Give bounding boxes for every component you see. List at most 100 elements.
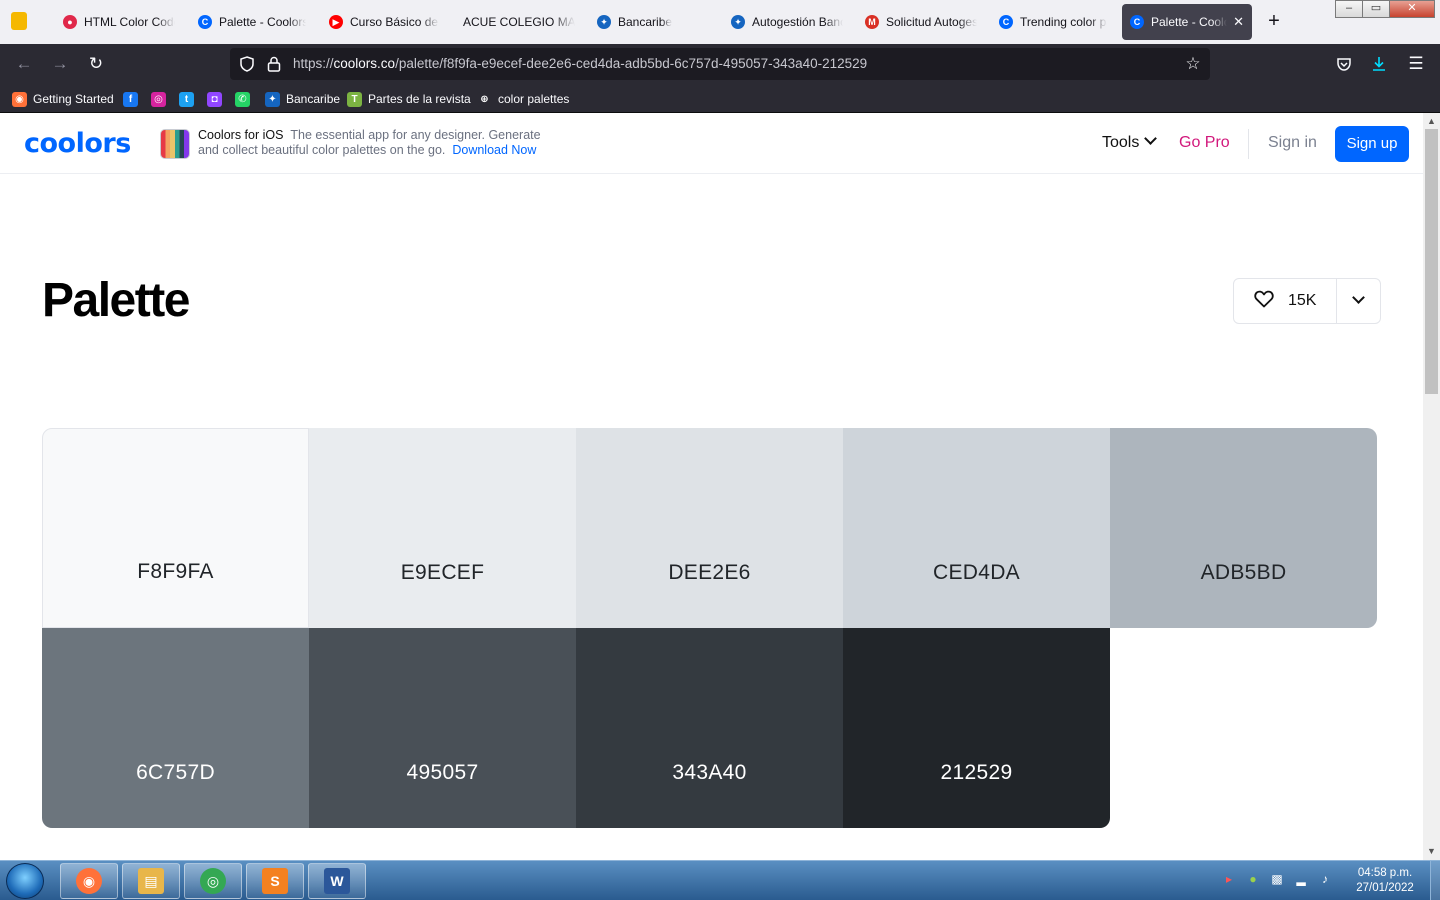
whatsapp-bookmark[interactable]: ✆ [235, 90, 256, 108]
system-tray: ▸ ● ▩ ▂ ♪ [1222, 871, 1332, 887]
more-options-button[interactable] [1337, 279, 1380, 323]
file-explorer-taskbar[interactable]: ▤ [122, 863, 180, 899]
whatsapp-icon: ✆ [235, 91, 250, 107]
chevron-down-icon [1352, 291, 1365, 304]
tab-label: Curso Básico de Canva [350, 15, 439, 29]
tab-label: Palette - Coolors [219, 15, 306, 29]
bookmark-item[interactable]: ◉ Getting Started [12, 90, 114, 108]
instagram-bookmark[interactable]: ◎ [151, 90, 172, 108]
notes-app-icon[interactable] [11, 12, 27, 30]
bookmark-item[interactable]: ✦ Bancaribe [265, 90, 340, 108]
twitch-icon: ◘ [207, 91, 222, 107]
show-desktop-button[interactable] [1430, 861, 1440, 900]
ios-app-icon[interactable] [160, 129, 190, 159]
header-divider [1248, 129, 1249, 159]
coolors-logo[interactable]: coolors [24, 128, 131, 159]
bookmark-item[interactable]: ⊕ color palettes [477, 90, 569, 108]
maximize-button[interactable]: ▭ [1362, 0, 1390, 18]
minimize-button[interactable]: – [1335, 0, 1363, 18]
file-explorer-icon: ▤ [138, 868, 164, 894]
device-icon[interactable]: ▩ [1270, 871, 1284, 887]
url-text[interactable]: https://coolors.co/palette/f8f9fa-e9ecef… [293, 56, 867, 71]
color-swatch[interactable]: DEE2E6 [576, 428, 843, 628]
start-button[interactable] [6, 863, 44, 899]
antivirus-icon[interactable]: ● [1246, 871, 1260, 887]
firefox-taskbar[interactable]: ◉ [60, 863, 118, 899]
bookmark-item[interactable]: T Partes de la revista [347, 90, 471, 108]
color-swatch[interactable]: ADB5BD [1110, 428, 1377, 628]
download-now-link[interactable]: Download Now [452, 143, 536, 157]
facebook-icon: f [123, 91, 138, 107]
color-swatch[interactable]: 495057 [309, 628, 576, 828]
word-icon: W [324, 868, 350, 894]
close-tab-icon[interactable]: ✕ [1233, 14, 1244, 30]
word-taskbar[interactable]: W [308, 863, 366, 899]
palette-grid: F8F9FA E9ECEF DEE2E6 CED4DA ADB5BD 6C757D 4950… [42, 428, 1377, 828]
tab[interactable]: ACUE COLEGIO MARIA [455, 4, 583, 40]
promo-text-line1: The essential app for any designer. Gene… [290, 128, 541, 142]
lock-icon[interactable] [262, 52, 286, 76]
swatch-hex-label: 6C757D [136, 761, 215, 784]
sign-in-link[interactable]: Sign in [1268, 134, 1317, 152]
tab[interactable]: C Palette - Coolors [190, 4, 314, 40]
reload-icon[interactable]: ↻ [84, 52, 108, 76]
menu-icon[interactable]: ☰ [1404, 52, 1428, 76]
scroll-thumb[interactable] [1425, 129, 1438, 394]
facebook-bookmark[interactable]: f [123, 90, 144, 108]
swatch-hex-label: 495057 [406, 761, 479, 784]
pocket-icon[interactable] [1332, 52, 1356, 76]
color-swatch[interactable]: F8F9FA [42, 428, 309, 628]
color-swatch[interactable]: 212529 [843, 628, 1110, 828]
color-swatch[interactable]: 6C757D [42, 628, 309, 828]
globe-icon: ⊕ [477, 91, 492, 107]
color-swatch[interactable]: E9ECEF [309, 428, 576, 628]
twitch-bookmark[interactable]: ◘ [207, 90, 228, 108]
coolors-favicon: C [999, 15, 1013, 29]
tab[interactable]: ● HTML Color Codes [55, 4, 183, 40]
tools-menu[interactable]: Tools [1102, 132, 1158, 152]
chevron-down-icon [1144, 132, 1158, 145]
page-scrollbar[interactable]: ▲ ▼ [1423, 113, 1440, 860]
new-tab-button[interactable]: + [1262, 10, 1286, 34]
tab[interactable]: ✦ Autogestión Bancaribe [723, 4, 851, 40]
back-arrow-icon[interactable]: ← [12, 52, 36, 76]
page-title: Palette [42, 274, 190, 327]
close-window-button[interactable]: ✕ [1389, 0, 1435, 18]
gmail-favicon: M [865, 15, 879, 29]
sign-up-button[interactable]: Sign up [1335, 126, 1409, 162]
address-bar[interactable]: https://coolors.co/palette/f8f9fa-e9ecef… [230, 48, 1210, 80]
chrome-taskbar[interactable]: ◎ [184, 863, 242, 899]
tab[interactable]: C Trending color palettes [991, 4, 1115, 40]
tab-label: Bancaribe [618, 15, 673, 29]
scroll-down-arrow-icon[interactable]: ▼ [1423, 844, 1440, 858]
go-pro-link[interactable]: Go Pro [1179, 134, 1230, 152]
twitter-bookmark[interactable]: t [179, 90, 200, 108]
bancaribe-icon: ✦ [265, 91, 280, 107]
color-swatch[interactable]: 343A40 [576, 628, 843, 828]
tab[interactable]: M Solicitud Autogestión [857, 4, 985, 40]
html-color-codes-favicon: ● [63, 15, 77, 29]
bancaribe-favicon: ✦ [731, 15, 745, 29]
color-swatch[interactable]: CED4DA [843, 428, 1110, 628]
ios-promo: Coolors for iOS The essential app for an… [198, 128, 541, 158]
system-clock[interactable]: 04:58 p.m. 27/01/2022 [1350, 866, 1420, 896]
bookmark-label: color palettes [498, 92, 570, 106]
speaker-muted-icon[interactable]: ▸ [1222, 871, 1236, 887]
forward-arrow-icon[interactable]: → [48, 52, 72, 76]
tab[interactable]: ✦ Bancaribe [589, 4, 717, 40]
sublime-text-taskbar[interactable]: S [246, 863, 304, 899]
scroll-up-arrow-icon[interactable]: ▲ [1423, 114, 1440, 128]
download-icon[interactable] [1367, 52, 1391, 76]
signal-bars-icon[interactable]: ▂ [1294, 871, 1308, 887]
tab[interactable]: ▶ Curso Básico de Canva [321, 4, 447, 40]
promo-title: Coolors for iOS [198, 128, 284, 142]
browser-navigation-bar: ← → ↻ https://coolors.co/palette/f8f9fa-… [0, 44, 1440, 84]
swatch-hex-label: F8F9FA [137, 560, 214, 583]
bookmark-star-icon[interactable]: ☆ [1181, 52, 1205, 76]
shield-icon[interactable] [235, 52, 259, 76]
like-button[interactable]: 15K [1234, 279, 1336, 323]
swatch-hex-label: DEE2E6 [668, 561, 751, 584]
volume-icon[interactable]: ♪ [1318, 871, 1332, 887]
tab-active[interactable]: C Palette - Coolors ✕ [1122, 4, 1252, 40]
bookmark-label: Bancaribe [286, 92, 341, 106]
